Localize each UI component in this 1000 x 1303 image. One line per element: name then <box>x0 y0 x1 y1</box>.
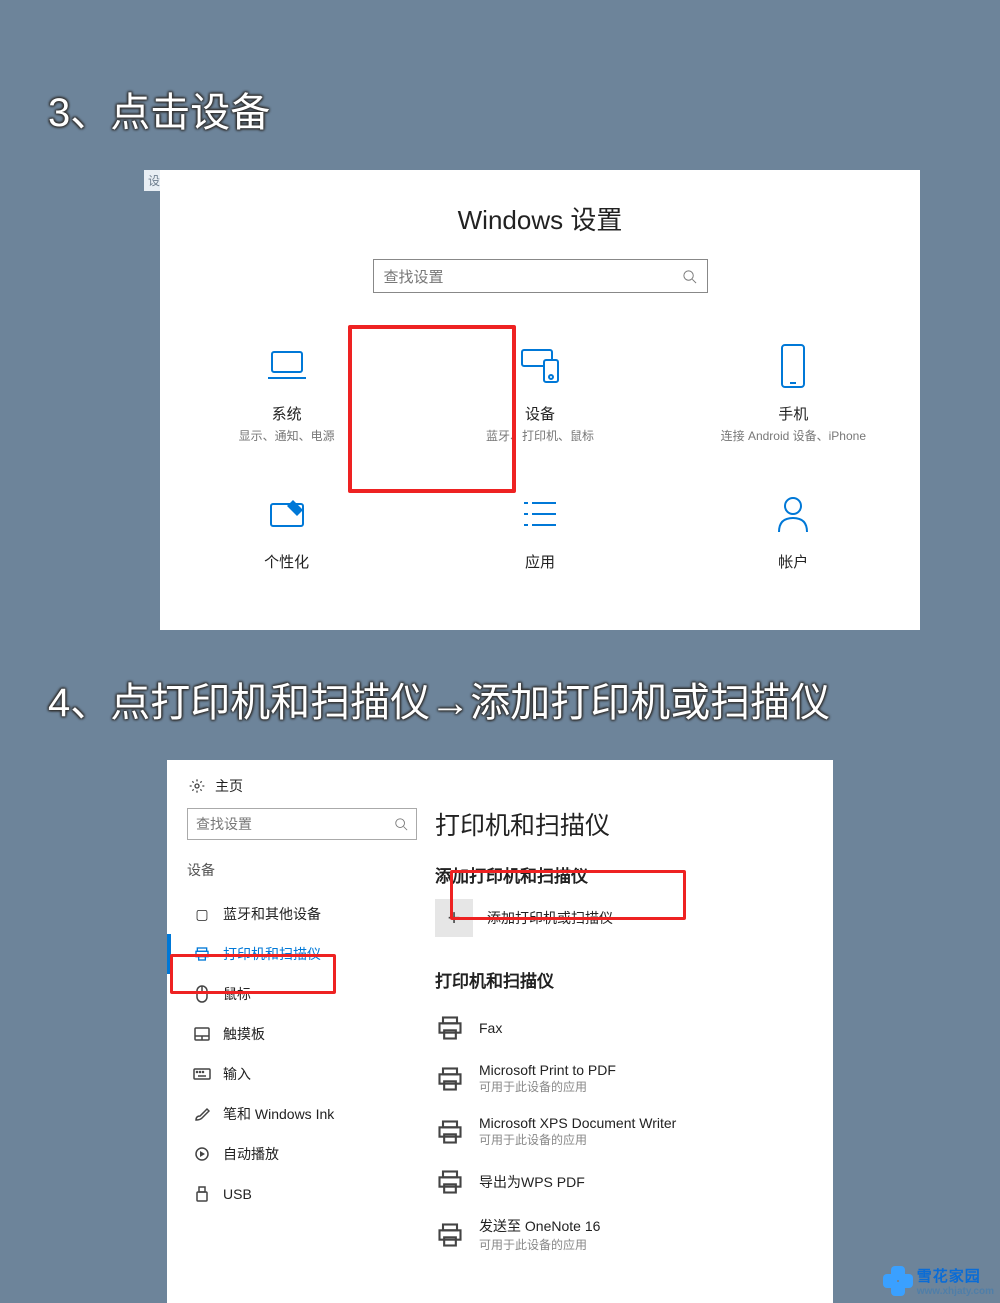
sidebar-search-input[interactable]: 查找设置 <box>187 808 417 840</box>
step-3-heading: 3、点击设备 <box>48 80 270 138</box>
tile-desc: 连接 Android 设备、iPhone <box>693 428 893 445</box>
apps-icon <box>440 491 640 537</box>
search-icon <box>682 269 697 284</box>
tile-title: 帐户 <box>693 551 893 572</box>
watermark-brand: 雪花家园 <box>917 1265 994 1286</box>
sidebar-item-typing[interactable]: 输入 <box>187 1054 435 1094</box>
tile-title: 应用 <box>440 551 640 572</box>
watermark: 雪花家园 www.xhjaty.com <box>883 1265 994 1297</box>
printer-icon <box>435 1168 465 1196</box>
settings-title: Windows 设置 <box>160 200 920 237</box>
printer-name: Fax <box>479 1020 502 1036</box>
sidebar-item-label: 输入 <box>223 1064 251 1084</box>
sidebar-item-label: 触摸板 <box>223 1024 265 1044</box>
sidebar-item-usb[interactable]: USB <box>187 1174 435 1214</box>
home-link[interactable]: 主页 <box>215 776 243 796</box>
settings-tile-phone[interactable]: 手机 连接 Android 设备、iPhone <box>693 333 893 455</box>
tile-title: 个性化 <box>187 551 387 572</box>
printer-icon <box>435 1221 465 1249</box>
sidebar-item-label: USB <box>223 1186 252 1202</box>
settings-tile-apps[interactable]: 应用 <box>440 481 640 586</box>
usb-icon <box>193 1186 211 1202</box>
sidebar-item-label: 笔和 Windows Ink <box>223 1104 334 1124</box>
devices-settings-panel: 主页 查找设置 设备 ▢ 蓝牙和其他设备 打印机和扫描仪 <box>167 760 833 1303</box>
printer-icon <box>435 1118 465 1146</box>
search-placeholder: 查找设置 <box>384 266 682 287</box>
page-title: 打印机和扫描仪 <box>435 806 823 842</box>
printer-sub: 可用于此设备的应用 <box>479 1078 616 1095</box>
settings-sidebar: 查找设置 设备 ▢ 蓝牙和其他设备 打印机和扫描仪 鼠标 <box>167 806 435 1263</box>
printer-name: 导出为WPS PDF <box>479 1172 585 1192</box>
settings-search-input[interactable]: 查找设置 <box>373 259 708 293</box>
printer-item[interactable]: 导出为WPS PDF <box>435 1158 823 1206</box>
personalization-icon <box>187 491 387 537</box>
printer-name: Microsoft Print to PDF <box>479 1062 616 1078</box>
sidebar-category: 设备 <box>187 860 435 880</box>
settings-tile-accounts[interactable]: 帐户 <box>693 481 893 586</box>
gear-icon <box>189 778 205 794</box>
phone-icon <box>693 343 893 389</box>
printer-icon <box>435 1065 465 1093</box>
keyboard-icon <box>193 1068 211 1080</box>
tile-title: 手机 <box>693 403 893 424</box>
sidebar-item-label: 蓝牙和其他设备 <box>223 904 321 924</box>
watermark-url: www.xhjaty.com <box>917 1286 994 1297</box>
step-4-heading: 4、点打印机和扫描仪→添加打印机或扫描仪 <box>48 670 830 728</box>
printer-item[interactable]: Fax <box>435 1004 823 1052</box>
printer-name: Microsoft XPS Document Writer <box>479 1115 676 1131</box>
printer-item[interactable]: 发送至 OneNote 16 可用于此设备的应用 <box>435 1206 823 1263</box>
highlight-sidebar-printers <box>170 954 336 994</box>
highlight-add-printer <box>450 870 686 920</box>
printer-name: 发送至 OneNote 16 <box>479 1216 600 1236</box>
sidebar-item-label: 自动播放 <box>223 1144 279 1164</box>
autoplay-icon <box>193 1146 211 1162</box>
printer-sub: 可用于此设备的应用 <box>479 1236 600 1253</box>
printer-icon <box>435 1014 465 1042</box>
search-placeholder: 查找设置 <box>196 814 394 834</box>
sidebar-item-bluetooth[interactable]: ▢ 蓝牙和其他设备 <box>187 894 435 934</box>
printer-item[interactable]: Microsoft XPS Document Writer 可用于此设备的应用 <box>435 1105 823 1158</box>
highlight-devices-tile <box>348 325 516 493</box>
search-icon <box>394 817 408 831</box>
bluetooth-icon: ▢ <box>193 906 211 923</box>
windows-settings-panel: Windows 设置 查找设置 系统 显示、通知、电源 设备 蓝牙、打印机、鼠标… <box>160 170 920 630</box>
sidebar-item-autoplay[interactable]: 自动播放 <box>187 1134 435 1174</box>
sidebar-item-pen[interactable]: 笔和 Windows Ink <box>187 1094 435 1134</box>
touchpad-icon <box>193 1027 211 1041</box>
pen-icon <box>193 1106 211 1122</box>
settings-tile-personalization[interactable]: 个性化 <box>187 481 387 586</box>
accounts-icon <box>693 491 893 537</box>
watermark-logo-icon <box>883 1266 913 1296</box>
printer-sub: 可用于此设备的应用 <box>479 1131 676 1148</box>
sidebar-item-touchpad[interactable]: 触摸板 <box>187 1014 435 1054</box>
section-heading-list: 打印机和扫描仪 <box>435 967 823 992</box>
printer-item[interactable]: Microsoft Print to PDF 可用于此设备的应用 <box>435 1052 823 1105</box>
